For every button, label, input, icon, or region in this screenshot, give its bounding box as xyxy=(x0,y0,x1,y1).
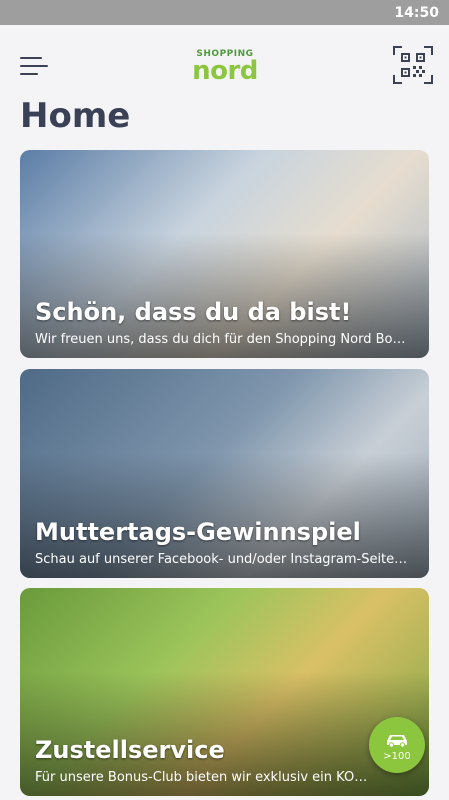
qr-code-scanner-icon xyxy=(393,46,433,84)
delivery-fab-button[interactable]: >100 xyxy=(369,717,425,773)
page-title: Home xyxy=(20,96,131,136)
menu-button[interactable] xyxy=(20,55,50,77)
card-subtitle: Schau auf unserer Facebook- und/oder Ins… xyxy=(35,552,408,567)
fab-label: >100 xyxy=(383,751,411,762)
menu-icon-line xyxy=(20,65,48,67)
news-card-delivery[interactable]: Zustellservice Für unsere Bonus-Club bie… xyxy=(20,588,429,796)
card-subtitle: Wir freuen uns, dass du dich für den Sho… xyxy=(35,332,406,347)
qr-code-button[interactable] xyxy=(392,45,434,85)
app-bar: SHOPPING nord xyxy=(0,25,449,100)
status-bar: 14:50 xyxy=(0,0,449,25)
hamburger-menu-icon xyxy=(20,57,42,59)
app-logo: SHOPPING nord xyxy=(184,49,266,85)
news-card-mothers-day[interactable]: Muttertags-Gewinnspiel Schau auf unserer… xyxy=(20,369,429,578)
menu-icon-line xyxy=(20,73,38,75)
status-time: 14:50 xyxy=(394,5,439,21)
logo-main-text: nord xyxy=(192,56,258,86)
car-icon xyxy=(387,735,407,748)
card-title: Zustellservice xyxy=(35,736,225,764)
card-title: Muttertags-Gewinnspiel xyxy=(35,518,361,546)
news-card-welcome[interactable]: Schön, dass du da bist! Wir freuen uns, … xyxy=(20,150,429,358)
card-subtitle: Für unsere Bonus-Club bieten wir exklusi… xyxy=(35,770,369,785)
card-title: Schön, dass du da bist! xyxy=(35,298,352,326)
